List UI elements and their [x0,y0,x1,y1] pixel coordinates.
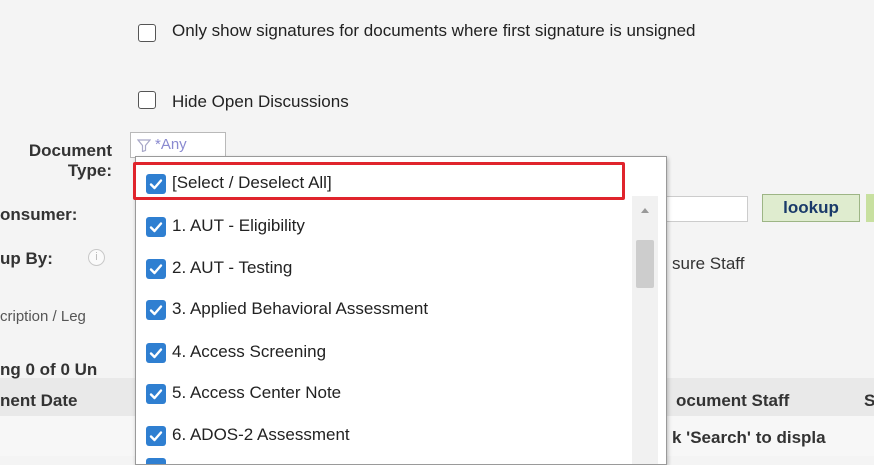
hide-open-discussions-checkbox[interactable] [138,91,156,109]
consumer-label: onsumer: [0,205,78,224]
info-icon[interactable]: i [88,249,105,266]
document-type-dropdown[interactable]: [Select / Deselect All] 1. AUT - Eligibi… [135,156,667,465]
scroll-up-arrow-icon[interactable] [641,208,649,213]
showing-count-label: ng 0 of 0 Un [0,360,98,379]
dropdown-scrollbar[interactable] [632,196,658,464]
list-item-label: 2. AUT - Testing [172,258,293,277]
description-legend-label[interactable]: cription / Leg [0,308,86,325]
checkbox-checked-icon[interactable] [146,384,166,404]
document-date-column-header[interactable]: nent Date [0,391,77,411]
document-type-label: Document Type: [28,141,112,180]
group-by-label: up By: [0,249,53,268]
list-item-label: 6. ADOS-2 Assessment [172,425,350,444]
checkbox-checked-icon[interactable] [146,343,166,363]
column-header-s[interactable]: S [864,391,874,411]
select-all-label: [Select / Deselect All] [172,173,332,192]
checkbox-checked-icon[interactable] [146,458,166,464]
list-item-label: 3. Applied Behavioral Assessment [172,299,429,318]
document-type-filter[interactable]: *Any [130,132,226,158]
only-show-unsigned-checkbox[interactable] [138,24,156,42]
search-hint-text: k 'Search' to displa [672,428,826,447]
secondary-button-edge[interactable] [866,194,874,222]
checkbox-checked-icon[interactable] [146,174,166,194]
filter-icon [137,139,151,152]
consumer-input[interactable] [660,196,748,222]
hide-open-discussions-label: Hide Open Discussions [172,92,349,111]
measure-staff-option[interactable]: sure Staff [672,254,744,274]
scroll-thumb[interactable] [636,240,654,288]
checkbox-checked-icon[interactable] [146,259,166,279]
list-item-label: 1. AUT - Eligibility [172,216,305,235]
checkbox-checked-icon[interactable] [146,426,166,446]
document-staff-column-header[interactable]: ocument Staff [676,391,789,411]
document-type-filter-value: *Any [155,136,187,153]
filter-panel: Only show signatures for documents where… [0,0,874,465]
checkbox-checked-icon[interactable] [146,217,166,237]
only-show-unsigned-label: Only show signatures for documents where… [172,21,696,40]
list-item-label: 4. Access Screening [172,342,327,361]
list-item-label: 5. Access Center Note [172,383,342,402]
checkbox-checked-icon[interactable] [146,300,166,320]
lookup-button[interactable]: lookup [762,194,860,222]
